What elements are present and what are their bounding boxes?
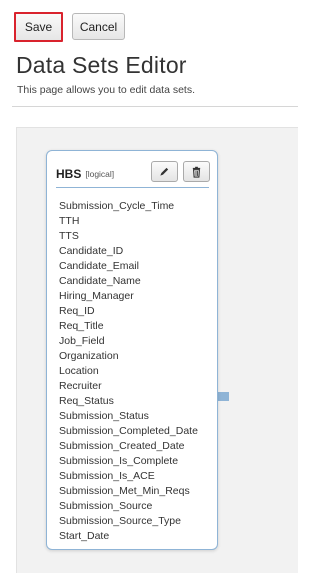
pencil-icon	[160, 167, 169, 176]
trash-icon	[192, 166, 201, 178]
field-item[interactable]: Start_Date	[59, 529, 198, 544]
dataset-card-divider	[56, 187, 209, 188]
field-item[interactable]: Submission_Is_Complete	[59, 454, 198, 469]
dataset-name: HBS	[56, 167, 82, 181]
save-button[interactable]: Save	[14, 12, 63, 41]
header-divider	[12, 106, 298, 107]
field-item[interactable]: Submission_Source_Type	[59, 514, 198, 529]
field-item[interactable]: Candidate_ID	[59, 244, 198, 259]
field-list: Submission_Cycle_Time TTH TTS Candidate_ID C…	[59, 199, 198, 544]
field-item[interactable]: Submission_Source	[59, 499, 198, 514]
page-title: Data Sets Editor	[16, 52, 187, 78]
field-item[interactable]: Req_ID	[59, 304, 198, 319]
field-item[interactable]: Location	[59, 364, 198, 379]
field-item[interactable]: Hiring_Manager	[59, 289, 198, 304]
field-item[interactable]: Submission_Met_Min_Reqs	[59, 484, 198, 499]
field-item[interactable]: Req_Status	[59, 394, 198, 409]
field-item[interactable]: Organization	[59, 349, 198, 364]
field-item[interactable]: Req_Title	[59, 319, 198, 334]
field-item[interactable]: TTS	[59, 229, 198, 244]
join-connector[interactable]	[218, 392, 229, 401]
field-item[interactable]: Job_Field	[59, 334, 198, 349]
dataset-type: [logical]	[85, 169, 115, 179]
field-item[interactable]: Candidate_Name	[59, 274, 198, 289]
page-subtitle: This page allows you to edit data sets.	[17, 84, 196, 96]
edit-dataset-button[interactable]	[151, 161, 178, 182]
field-item[interactable]: Submission_Completed_Date	[59, 424, 198, 439]
field-item[interactable]: Submission_Cycle_Time	[59, 199, 198, 214]
field-item[interactable]: Submission_Is_ACE	[59, 469, 198, 484]
field-item[interactable]: Recruiter	[59, 379, 198, 394]
field-item[interactable]: Submission_Created_Date	[59, 439, 198, 454]
field-item[interactable]: Submission_Status	[59, 409, 198, 424]
cancel-button[interactable]: Cancel	[72, 13, 125, 40]
dataset-card[interactable]: HBS [logical] Submission_Cycle_Time TTH TT…	[46, 150, 218, 550]
field-item[interactable]: TTH	[59, 214, 198, 229]
delete-dataset-button[interactable]	[183, 161, 210, 182]
field-item[interactable]: Candidate_Email	[59, 259, 198, 274]
